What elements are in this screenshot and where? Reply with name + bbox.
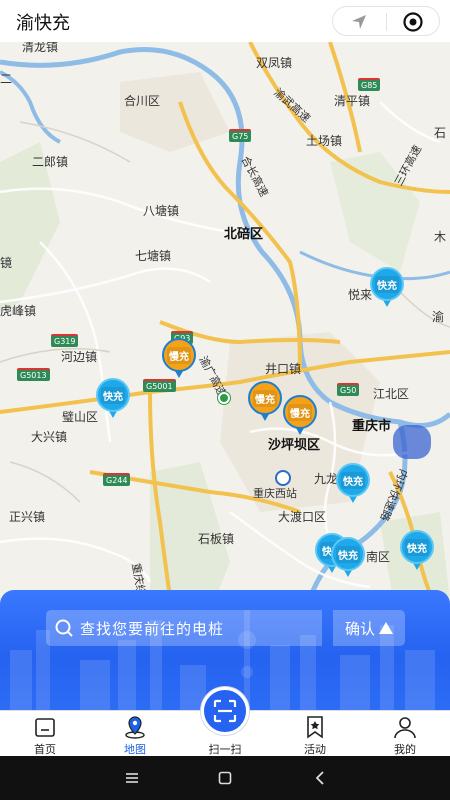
place-jingkou: 井口镇 <box>265 362 302 376</box>
marker-label: 慢充 <box>253 389 277 407</box>
place-jing: 镜 <box>0 256 13 270</box>
navigation-arrow-icon <box>352 15 366 29</box>
shield-g244: G244 <box>103 473 131 486</box>
place-erlang: 二郎镇 <box>32 155 69 169</box>
tab-home[interactable]: 首页 <box>0 711 90 757</box>
home-icon <box>35 718 55 737</box>
charger-marker-fast[interactable]: 快充 <box>329 537 367 583</box>
marker-bubble: 快充 <box>96 378 130 412</box>
place-jiangbei: 江北区 <box>373 387 410 401</box>
eye-target-button[interactable] <box>387 7 439 37</box>
marker-label: 快充 <box>101 386 125 404</box>
map-pin-icon <box>125 716 145 739</box>
screen: 渝快充 清龙镇 双凤镇 合川区 清平镇 二郎镇 土场镇 八塘镇 北碚区 七塘镇 … <box>0 0 450 800</box>
place-hufeng: 虎峰镇 <box>0 304 37 318</box>
place-daxing: 大兴镇 <box>31 430 68 444</box>
place-hebian: 河边镇 <box>61 350 98 364</box>
charger-marker-slow[interactable]: 慢充 <box>281 395 319 441</box>
tab-activity-label: 活动 <box>304 743 326 756</box>
place-hechuan: 合川区 <box>124 94 161 108</box>
shield-g85: G85 <box>358 78 381 91</box>
app-header: 渝快充 <box>0 0 450 42</box>
marker-bubble: 快充 <box>336 463 370 497</box>
place-chongqing: 重庆市 <box>352 419 392 434</box>
tab-scan-label: 扫一扫 <box>208 743 242 756</box>
place-bishan: 璧山区 <box>62 410 99 424</box>
menu-button[interactable] <box>122 768 142 788</box>
place-g-side: 渝 <box>432 310 445 324</box>
marker-label: 快充 <box>405 538 429 556</box>
shield-g75: G75 <box>229 129 252 142</box>
tab-activity[interactable]: 活动 <box>270 711 360 757</box>
place-mu: 木 <box>434 230 447 244</box>
place-er: 二 <box>0 72 13 86</box>
place-dadukou: 大渡口区 <box>278 510 327 524</box>
tab-profile-label: 我的 <box>394 743 416 756</box>
marker-label: 快充 <box>336 545 360 563</box>
marker-bubble: 慢充 <box>162 338 196 372</box>
marker-label: 快充 <box>341 471 365 489</box>
charger-marker-fast[interactable]: 快充 <box>334 463 372 509</box>
search-icon <box>55 619 73 637</box>
charger-marker-fast[interactable]: 快充 <box>368 267 406 313</box>
search-input[interactable]: 查找您要前往的电桩 <box>46 610 322 646</box>
tab-map-label: 地图 <box>124 743 146 756</box>
place-tuchang: 土场镇 <box>306 134 343 148</box>
place-shapingba: 沙坪坝区 <box>268 438 321 453</box>
area-highlight <box>393 425 431 459</box>
activity-flag-icon <box>307 716 323 739</box>
place-zhengxing: 正兴镇 <box>9 510 46 524</box>
marker-bubble: 快充 <box>370 267 404 301</box>
place-qingping: 清平镇 <box>334 94 371 108</box>
eye-target-icon <box>403 12 423 32</box>
back-button[interactable] <box>310 768 330 788</box>
confirm-label: 确认 <box>344 619 375 638</box>
menu-lines-icon <box>126 773 138 783</box>
place-qitang: 七塘镇 <box>135 249 172 263</box>
place-chongqing-west: 重庆西站 <box>253 487 297 500</box>
square-icon <box>218 771 232 785</box>
current-location-dot <box>218 392 230 404</box>
shield-g319: G319 <box>51 334 79 347</box>
home-button[interactable] <box>215 768 235 788</box>
marker-label: 快充 <box>375 275 399 293</box>
triangle-up-icon <box>379 622 393 634</box>
user-icon <box>394 717 416 739</box>
search-placeholder: 查找您要前往的电桩 <box>80 619 225 638</box>
place-qinglong: 清龙镇 <box>22 42 59 54</box>
place-beibei: 北碚区 <box>224 227 264 242</box>
place-nanqu: 南区 <box>366 550 391 564</box>
charger-marker-slow[interactable]: 慢充 <box>246 381 284 427</box>
marker-bubble: 慢充 <box>283 395 317 429</box>
navigation-arrow-button[interactable] <box>333 7 385 37</box>
place-shiban: 石板镇 <box>198 532 235 546</box>
capsule-menu <box>332 6 440 36</box>
marker-label: 慢充 <box>288 403 312 421</box>
charger-marker-slow[interactable]: 慢充 <box>160 338 198 384</box>
marker-bubble: 快充 <box>400 530 434 564</box>
shield-g50: G50 <box>337 383 360 396</box>
marker-bubble: 慢充 <box>248 381 282 415</box>
marker-bubble: 快充 <box>331 537 365 571</box>
tab-map[interactable]: 地图 <box>90 711 180 757</box>
charger-marker-fast[interactable]: 快充 <box>94 378 132 424</box>
scan-button[interactable] <box>201 687 249 735</box>
scan-icon <box>213 699 237 723</box>
place-shi: 石 <box>434 126 447 140</box>
app-title: 渝快充 <box>16 13 70 34</box>
confirm-button[interactable]: 确认 <box>333 610 405 646</box>
system-navigation-bar <box>0 756 450 800</box>
tab-profile[interactable]: 我的 <box>360 711 450 757</box>
charger-marker-fast[interactable]: 快充 <box>398 530 436 576</box>
back-chevron-icon <box>315 771 324 785</box>
train-station-icon <box>275 470 291 486</box>
place-shuangfeng: 双凤镇 <box>256 56 293 70</box>
marker-label: 慢充 <box>167 346 191 364</box>
place-batang: 八塘镇 <box>143 204 180 218</box>
shield-g5013: G5013 <box>17 368 50 381</box>
tab-home-label: 首页 <box>34 743 56 756</box>
